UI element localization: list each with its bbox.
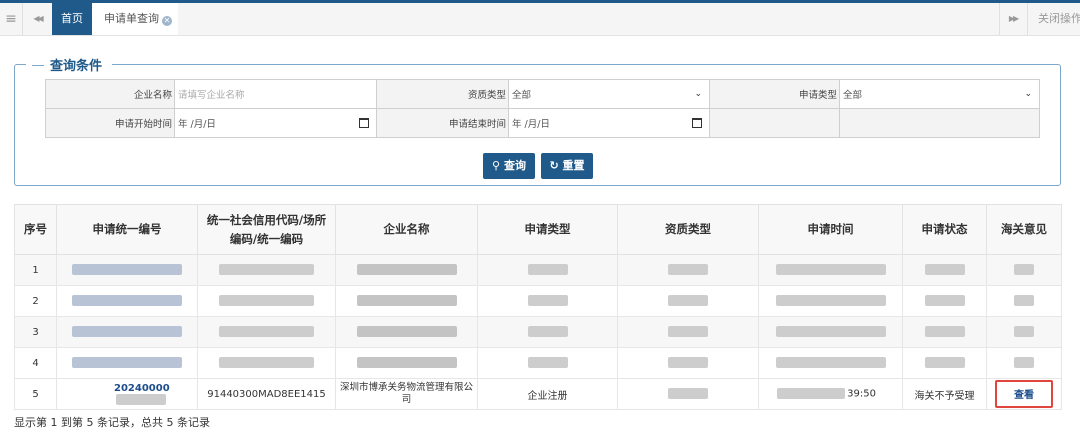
company-name-label: 企业名称 <box>45 79 175 109</box>
redacted-cell <box>758 285 903 317</box>
redacted-cell <box>986 254 1062 286</box>
col-header-app-no: 申请统一编号 <box>56 204 198 255</box>
query-button[interactable]: ⚲ 查询 <box>483 153 535 179</box>
redacted-cell <box>902 316 987 348</box>
redacted-cell <box>477 285 618 317</box>
redacted-cell <box>902 254 987 286</box>
app-no-link[interactable]: 20240000 <box>114 383 170 394</box>
row-number: 1 <box>14 254 57 286</box>
redacted-cell <box>617 316 759 348</box>
application-type-label: 申请类型 <box>709 79 840 109</box>
redacted-cell <box>902 347 987 379</box>
row-number: 4 <box>14 347 57 379</box>
calendar-icon <box>359 118 369 128</box>
chevron-down-icon: ⌄ <box>1024 89 1032 99</box>
table-row[interactable]: 1 <box>14 254 1062 286</box>
tab-home[interactable]: 首页 <box>52 3 92 35</box>
redacted-cell <box>56 316 198 348</box>
menu-icon[interactable]: ≡ <box>0 3 22 35</box>
redacted-cell <box>335 285 478 317</box>
view-opinion-button[interactable]: 查看 <box>995 380 1053 408</box>
end-date-input[interactable]: 年 /月/日 <box>508 108 710 138</box>
col-header-company: 企业名称 <box>335 204 478 255</box>
redacted-cell <box>758 254 903 286</box>
divider <box>1027 3 1028 35</box>
calendar-icon <box>692 118 702 128</box>
col-header-app-type: 申请类型 <box>477 204 618 255</box>
pagination-summary: 显示第 1 到第 5 条记录，总共 5 条记录 <box>14 416 210 429</box>
reset-button[interactable]: ↻ 重置 <box>541 153 593 179</box>
col-header-credit-code: 统一社会信用代码/场所编码/统一编码 <box>197 204 336 255</box>
col-header-app-time: 申请时间 <box>758 204 903 255</box>
empty-cell <box>709 108 840 138</box>
tab-application-query[interactable]: 申请单查询 ✕ <box>92 3 178 35</box>
redacted-cell <box>758 316 903 348</box>
search-form: 企业名称 请填写企业名称 资质类型 全部 ⌄ 申请类型 全部 ⌄ 申请开始时间 年 … <box>45 79 1040 138</box>
table-row[interactable]: 2 <box>14 285 1062 317</box>
qualification-type-select[interactable]: 全部 ⌄ <box>508 79 710 109</box>
row-number: 3 <box>14 316 57 348</box>
redacted-cell <box>477 254 618 286</box>
start-date-label: 申请开始时间 <box>45 108 175 138</box>
search-panel-title: 查询条件 <box>26 55 113 74</box>
redacted-cell <box>986 316 1062 348</box>
col-header-no: 序号 <box>14 204 57 255</box>
redacted-cell <box>617 254 759 286</box>
redacted-cell <box>197 347 336 379</box>
redacted-cell <box>617 347 759 379</box>
redacted-cell <box>56 254 198 286</box>
redacted-cell <box>197 316 336 348</box>
col-header-qual-type: 资质类型 <box>617 204 759 255</box>
credit-code-cell: 91440300MAD8EE1415 <box>197 378 336 410</box>
company-cell: 深圳市博承关务物流管理有限公司 <box>335 378 478 410</box>
app-time-cell: 39:50 <box>758 378 903 410</box>
redacted-cell <box>56 347 198 379</box>
redacted-cell <box>197 254 336 286</box>
opinion-cell: 查看 <box>986 378 1062 410</box>
redacted-cell <box>617 285 759 317</box>
row-number: 5 <box>14 378 57 410</box>
start-date-input[interactable]: 年 /月/日 <box>174 108 377 138</box>
app-type-cell: 企业注册 <box>477 378 618 410</box>
chevron-down-icon: ⌄ <box>694 89 702 99</box>
tabs-next-icon[interactable]: ▶▶ <box>1000 3 1026 35</box>
table-row[interactable]: 5 20240000 91440300MAD8EE1415 深圳市博承关务物流管… <box>14 378 1062 410</box>
tabs-prev-icon[interactable]: ◀◀ <box>23 3 52 35</box>
table-row[interactable]: 3 <box>14 316 1062 348</box>
qualification-type-label: 资质类型 <box>376 79 509 109</box>
redacted-cell <box>197 285 336 317</box>
col-header-opinion: 海关意见 <box>986 204 1062 255</box>
application-type-select[interactable]: 全部 ⌄ <box>839 79 1040 109</box>
tab-application-query-label: 申请单查询 <box>104 12 159 25</box>
redacted-cell <box>335 347 478 379</box>
refresh-icon: ↻ <box>549 159 559 172</box>
redacted-cell <box>477 347 618 379</box>
redacted-cell <box>335 316 478 348</box>
redacted-cell <box>986 285 1062 317</box>
redacted-cell <box>902 285 987 317</box>
app-no-cell: 20240000 <box>56 378 198 410</box>
redacted-cell <box>335 254 478 286</box>
redacted-cell <box>986 347 1062 379</box>
close-icon[interactable]: ✕ <box>162 16 172 26</box>
col-header-status: 申请状态 <box>902 204 987 255</box>
redacted-cell <box>477 316 618 348</box>
empty-cell <box>839 108 1040 138</box>
end-date-label: 申请结束时间 <box>376 108 509 138</box>
app-time-text: 39:50 <box>847 388 876 400</box>
redacted-cell <box>617 378 759 410</box>
tab-bar: ≡ ◀◀ 首页 申请单查询 ✕ ▶▶ 关闭操作 <box>0 3 1080 36</box>
company-name-input[interactable]: 请填写企业名称 <box>174 79 377 109</box>
search-icon: ⚲ <box>492 159 501 172</box>
redacted-cell <box>56 285 198 317</box>
table-row[interactable]: 4 <box>14 347 1062 379</box>
redacted-cell <box>758 347 903 379</box>
status-cell: 海关不予受理 <box>902 378 987 410</box>
results-table: 序号 申请统一编号 统一社会信用代码/场所编码/统一编码 企业名称 申请类型 资… <box>14 204 1062 410</box>
close-operations-button[interactable]: 关闭操作 <box>1038 3 1080 35</box>
row-number: 2 <box>14 285 57 317</box>
